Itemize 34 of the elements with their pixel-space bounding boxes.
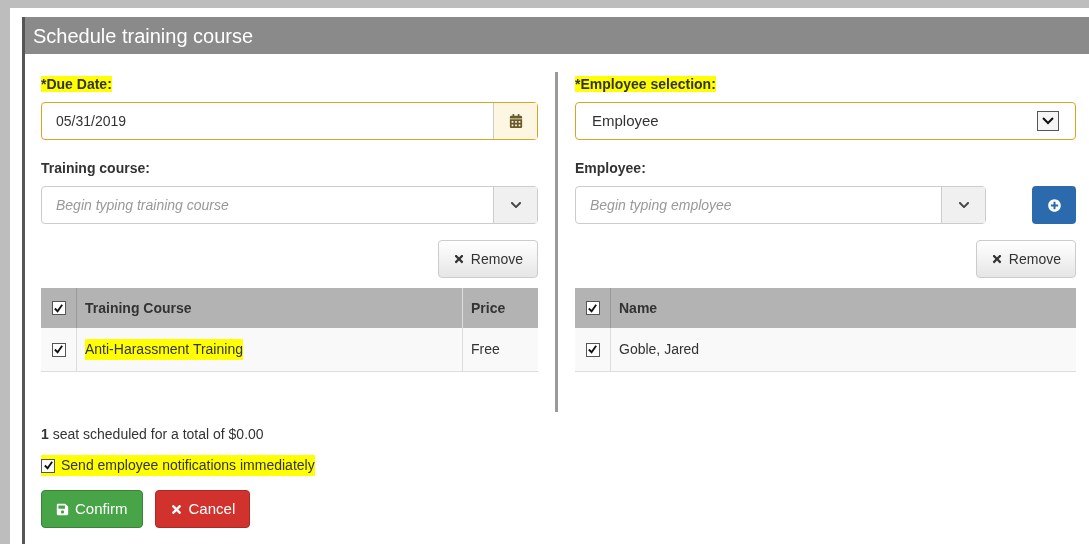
dialog-title: Schedule training course <box>33 23 254 49</box>
column-header: Price <box>471 298 506 318</box>
chevron-down-icon <box>509 199 522 211</box>
checkbox[interactable] <box>41 458 55 473</box>
close-icon <box>169 502 183 516</box>
table-cell-text: Free <box>471 340 500 359</box>
notify-checkbox[interactable]: Send employee notifications immediately <box>41 455 315 476</box>
close-icon <box>452 253 465 265</box>
chevron-down-icon <box>957 199 970 211</box>
checkbox[interactable] <box>51 342 66 357</box>
add-button[interactable] <box>1032 186 1076 224</box>
remove-button[interactable]: Remove <box>437 240 538 278</box>
column-header: Training Course <box>85 298 192 318</box>
checkbox[interactable] <box>51 301 66 315</box>
select-field[interactable]: Employee <box>575 102 1076 140</box>
field-label: *Employee selection: <box>575 76 716 92</box>
chevron-down-icon <box>1037 111 1059 131</box>
summary-text: 1 seat scheduled for a total of $0.00 <box>41 426 264 442</box>
cancel-button[interactable]: Cancel <box>154 490 251 528</box>
checkbox[interactable] <box>585 301 600 315</box>
field-label: Employee: <box>575 160 646 176</box>
checkbox[interactable] <box>585 342 600 357</box>
table-cell-text: Goble, Jared <box>619 340 700 359</box>
calendar-button[interactable] <box>493 103 537 139</box>
save-icon <box>56 502 69 516</box>
field-label: *Due Date: <box>41 76 112 92</box>
column-header: Name <box>619 298 658 318</box>
combo-field[interactable]: Begin typing employee <box>575 186 986 224</box>
close-icon <box>990 253 1003 265</box>
calendar-icon <box>508 114 523 128</box>
field-label: Training course: <box>41 160 150 176</box>
table-cell: Anti-Harassment Training <box>85 339 243 360</box>
remove-button[interactable]: Remove <box>975 240 1076 278</box>
text-input[interactable]: Begin typing employee <box>576 187 941 223</box>
